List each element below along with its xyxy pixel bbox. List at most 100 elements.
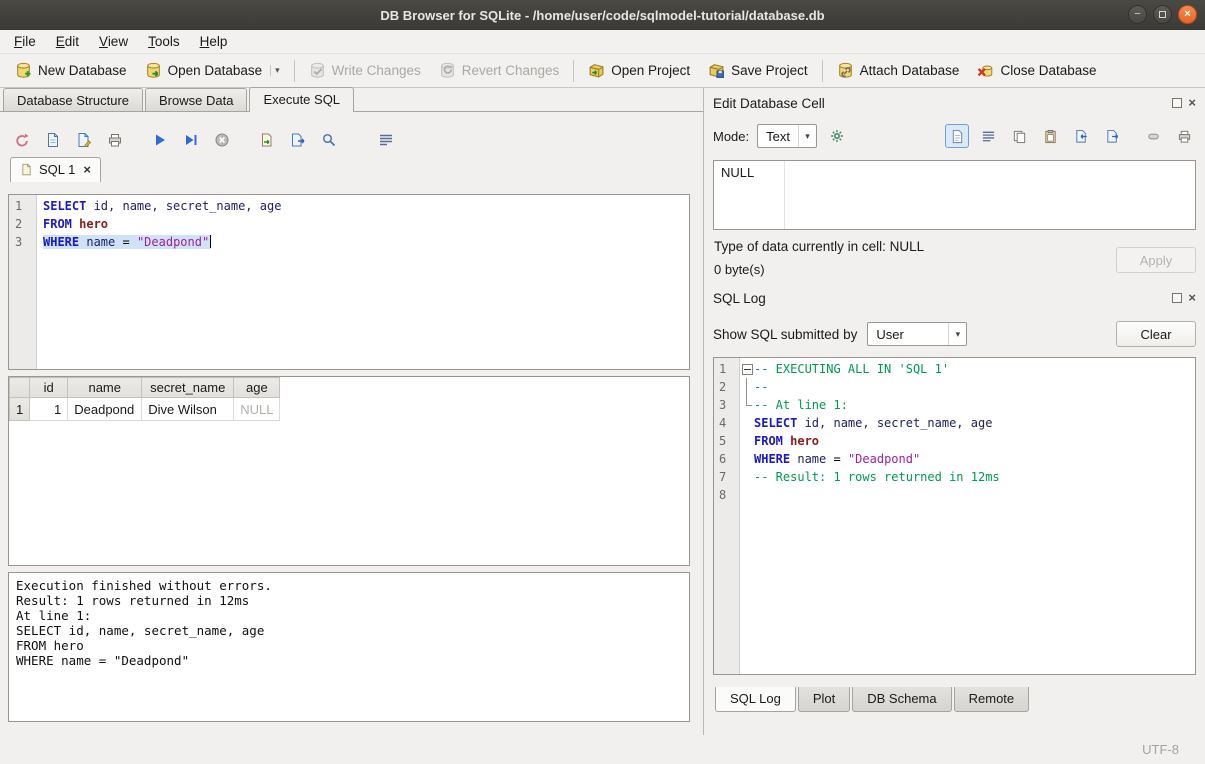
cell-size-text: 0 byte(s)	[714, 262, 765, 277]
row-number[interactable]: 1	[10, 398, 30, 421]
open-project-icon	[588, 62, 605, 79]
fold-marker-icon[interactable]	[740, 360, 754, 378]
auto-mode-button[interactable]	[825, 124, 849, 148]
results-table-body: 11DeadpondDive WilsonNULL	[10, 398, 280, 421]
revert-changes-label: Revert Changes	[462, 63, 560, 78]
open-sql-in-tab-button[interactable]	[255, 128, 279, 152]
cell[interactable]: 1	[30, 398, 68, 421]
export-sql-button[interactable]	[286, 128, 310, 152]
close-database-button[interactable]: Close Database	[968, 58, 1105, 83]
revert-changes-button[interactable]: Revert Changes	[430, 58, 569, 83]
menu-help[interactable]: Help	[190, 31, 238, 52]
sql-editor-code[interactable]: SELECT id, name, secret_name, ageFROM he…	[37, 195, 689, 369]
save-sql-file-as-icon	[76, 132, 92, 148]
toolbar-separator	[573, 60, 574, 82]
set-null-button[interactable]	[1141, 124, 1165, 148]
copy-cell-button[interactable]	[1007, 124, 1031, 148]
minimize-button[interactable]: −	[1128, 5, 1147, 24]
main-toolbar: New Database Open Database ▾ Write Chang…	[0, 54, 1205, 88]
save-sql-file-button[interactable]	[41, 128, 65, 152]
sql-editor[interactable]: 123 SELECT id, name, secret_name, ageFRO…	[8, 194, 690, 370]
export-cell-data-button[interactable]	[1100, 124, 1124, 148]
save-sql-file-as-button[interactable]	[72, 128, 96, 152]
edit-cell-close-icon[interactable]: ×	[1188, 98, 1196, 108]
column-header-age[interactable]: age	[234, 378, 280, 398]
sql-log-float-icon[interactable]	[1172, 293, 1182, 303]
sql-1-tab[interactable]: SQL 1 ×	[10, 157, 101, 182]
find-replace-icon	[321, 132, 337, 148]
left-panel: Database Structure Browse Data Execute S…	[0, 88, 703, 735]
mode-value: Text	[766, 129, 790, 144]
cell[interactable]: Dive Wilson	[142, 398, 234, 421]
open-database-dropdown-icon[interactable]: ▾	[270, 65, 280, 76]
code-line[interactable]: FROM hero	[43, 215, 689, 233]
dock-tab-sql-log[interactable]: SQL Log	[715, 687, 796, 712]
open-database-button[interactable]: Open Database ▾	[136, 58, 289, 83]
edit-cell-float-icon[interactable]	[1172, 98, 1182, 108]
results-grid[interactable]: idnamesecret_nameage 11DeadpondDive Wils…	[8, 376, 690, 566]
sql-1-tab-close-icon[interactable]: ×	[83, 162, 91, 177]
open-project-button[interactable]: Open Project	[579, 58, 699, 83]
find-replace-button[interactable]	[317, 128, 341, 152]
print-cell-button[interactable]	[1172, 124, 1196, 148]
sql-log-view[interactable]: 12345678 -- EXECUTING ALL IN 'SQL 1'----…	[713, 357, 1196, 675]
print-sql-button[interactable]	[103, 128, 127, 152]
attach-database-button[interactable]: Attach Database	[828, 58, 969, 83]
save-project-button[interactable]: Save Project	[699, 58, 817, 83]
line-number: 1	[15, 197, 36, 215]
cell-editor[interactable]: NULL	[713, 160, 1196, 230]
statusbar: UTF-8	[0, 735, 1205, 764]
line-number: 1	[719, 360, 739, 378]
window-controls: − ×	[1128, 5, 1197, 24]
execution-message-pane[interactable]: Execution finished without errors.Result…	[8, 572, 690, 722]
cell[interactable]: NULL	[234, 398, 280, 421]
word-wrap-button[interactable]	[374, 128, 398, 152]
dock-tab-remote[interactable]: Remote	[954, 687, 1030, 712]
tab-browse-data[interactable]: Browse Data	[145, 88, 247, 111]
attach-database-label: Attach Database	[860, 63, 960, 78]
right-panel: Edit Database Cell × Mode: Text ▾	[703, 88, 1205, 735]
tab-execute-sql[interactable]: Execute SQL	[249, 87, 354, 112]
encoding-indicator[interactable]: UTF-8	[1142, 742, 1179, 757]
maximize-button[interactable]	[1153, 5, 1172, 24]
fold-guide	[740, 450, 754, 468]
titlebar[interactable]: DB Browser for SQLite - /home/user/code/…	[0, 0, 1205, 30]
menu-file[interactable]: File	[4, 31, 46, 52]
message-line: FROM hero	[16, 638, 682, 653]
sql-log-close-icon[interactable]: ×	[1188, 293, 1196, 303]
open-sql-file-button[interactable]	[10, 128, 34, 152]
log-line: --	[740, 378, 1195, 396]
dock-tab-db-schema[interactable]: DB Schema	[852, 687, 951, 712]
mode-combobox[interactable]: Text ▾	[757, 124, 817, 148]
sql-1-tab-label: SQL 1	[39, 162, 75, 177]
close-button[interactable]: ×	[1178, 5, 1197, 24]
execute-current-line-button[interactable]	[179, 128, 203, 152]
column-header-id[interactable]: id	[30, 378, 68, 398]
column-header-secret_name[interactable]: secret_name	[142, 378, 234, 398]
log-code: -- EXECUTING ALL IN 'SQL 1'---- At line …	[740, 358, 1195, 674]
menu-view[interactable]: View	[89, 31, 138, 52]
column-header-name[interactable]: name	[68, 378, 142, 398]
stop-execution-button[interactable]	[210, 128, 234, 152]
apply-button[interactable]: Apply	[1116, 247, 1196, 273]
write-changes-button[interactable]: Write Changes	[300, 58, 430, 83]
execute-all-button[interactable]	[148, 128, 172, 152]
menu-edit[interactable]: Edit	[46, 31, 89, 52]
code-line[interactable]: WHERE name = "Deadpond"	[43, 233, 689, 251]
dock-tab-plot[interactable]: Plot	[798, 687, 850, 712]
word-wrap-cell-button[interactable]	[976, 124, 1000, 148]
text-mode-button[interactable]	[945, 124, 969, 148]
clear-log-button[interactable]: Clear	[1116, 321, 1196, 347]
menu-tools[interactable]: Tools	[138, 31, 190, 52]
paste-cell-button[interactable]	[1038, 124, 1062, 148]
tab-database-structure[interactable]: Database Structure	[3, 88, 143, 111]
app-window: DB Browser for SQLite - /home/user/code/…	[0, 0, 1205, 764]
code-line[interactable]: SELECT id, name, secret_name, age	[43, 197, 689, 215]
new-database-button[interactable]: New Database	[6, 58, 136, 83]
import-cell-data-button[interactable]	[1069, 124, 1093, 148]
stop-icon	[214, 132, 230, 148]
sql-file-tabbar: SQL 1 ×	[8, 156, 695, 182]
log-filter-combobox[interactable]: User ▾	[867, 322, 967, 346]
cell-value: NULL	[721, 165, 754, 180]
cell[interactable]: Deadpond	[68, 398, 142, 421]
